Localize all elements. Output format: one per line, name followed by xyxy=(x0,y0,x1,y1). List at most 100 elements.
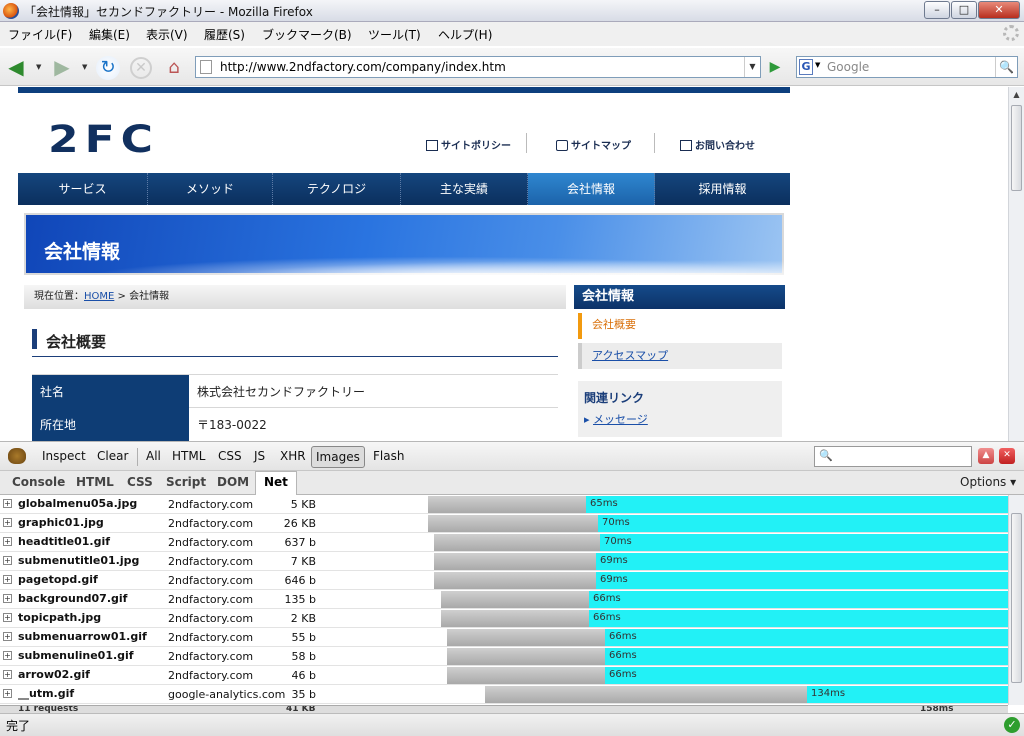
net-scroll-thumb[interactable] xyxy=(1011,513,1022,683)
expand-icon[interactable]: + xyxy=(3,499,12,508)
net-request-row[interactable]: + pagetopd.gif 2ndfactory.com 646 b 69ms xyxy=(0,571,1008,590)
firebug-icon[interactable] xyxy=(8,448,26,464)
firebug-minimize-icon[interactable]: ▲ xyxy=(978,448,994,464)
request-time: 65ms xyxy=(590,498,618,509)
net-request-row[interactable]: + submenutitle01.jpg 2ndfactory.com 7 KB 69m… xyxy=(0,552,1008,571)
net-request-row[interactable]: + globalmenu05a.jpg 2ndfactory.com 5 KB 65ms xyxy=(0,495,1008,514)
net-request-row[interactable]: + __utm.gif google-analytics.com 35 b 134ms xyxy=(0,685,1008,704)
net-request-row[interactable]: + submenuline01.gif 2ndfactory.com 58 b 66ms xyxy=(0,647,1008,666)
expand-icon[interactable]: + xyxy=(3,670,12,679)
gnav-service[interactable]: サービス xyxy=(18,173,148,205)
filter-images[interactable]: Images xyxy=(311,446,365,468)
timeline-wait-bar xyxy=(428,515,598,532)
filter-all[interactable]: All xyxy=(146,449,161,463)
options-menu[interactable]: Options ▾ xyxy=(960,475,1016,489)
menu-edit[interactable]: 編集(E) xyxy=(89,26,130,43)
gnav-technology[interactable]: テクノロジ xyxy=(273,173,401,205)
site-policy-link[interactable]: サイトポリシー xyxy=(426,137,511,152)
expand-icon[interactable]: + xyxy=(3,651,12,660)
timeline-receive-bar xyxy=(586,496,1008,513)
menu-view[interactable]: 表示(V) xyxy=(146,26,188,43)
site-logo[interactable]: 2FC xyxy=(48,121,200,158)
home-icon[interactable]: ⌂ xyxy=(162,56,186,80)
forward-dropdown-icon[interactable]: ▼ xyxy=(82,63,87,71)
contact-link[interactable]: お問い合わせ xyxy=(680,137,755,152)
filter-js[interactable]: JS xyxy=(254,449,265,463)
side-item-overview[interactable]: 会社概要 xyxy=(578,313,782,339)
search-input[interactable]: Google xyxy=(827,60,869,74)
back-dropdown-icon[interactable]: ▼ xyxy=(36,63,41,71)
firebug-close-icon[interactable]: ✕ xyxy=(999,448,1015,464)
net-request-row[interactable]: + topicpath.jpg 2ndfactory.com 2 KB 66ms xyxy=(0,609,1008,628)
forward-arrow-icon[interactable]: ▶ xyxy=(50,56,74,80)
menu-bookmarks[interactable]: ブックマーク(B) xyxy=(262,26,352,43)
url-bar[interactable]: http://www.2ndfactory.com/company/index.… xyxy=(195,56,761,78)
filter-flash[interactable]: Flash xyxy=(373,449,404,463)
expand-icon[interactable]: + xyxy=(3,632,12,641)
maximize-button[interactable]: □ xyxy=(951,1,977,19)
page-scrollbar[interactable]: ▲ xyxy=(1008,87,1024,441)
expand-icon[interactable]: + xyxy=(3,689,12,698)
request-file: pagetopd.gif xyxy=(18,573,98,586)
sitemap-link[interactable]: サイトマップ xyxy=(556,137,631,152)
engine-dropdown-icon[interactable]: ▼ xyxy=(815,61,820,69)
url-dropdown-icon[interactable]: ▼ xyxy=(744,57,760,77)
breadcrumb: 現在位置：HOME > 会社情報 xyxy=(24,285,566,309)
tab-script[interactable]: Script xyxy=(166,475,206,489)
search-box[interactable]: G ▼ Google 🔍 xyxy=(796,56,1018,78)
minimize-button[interactable]: – xyxy=(924,1,950,19)
scroll-up-icon[interactable]: ▲ xyxy=(1009,87,1024,102)
expand-icon[interactable]: + xyxy=(3,575,12,584)
document-icon xyxy=(426,140,438,151)
back-arrow-icon[interactable]: ◀ xyxy=(4,56,28,80)
net-scrollbar[interactable] xyxy=(1008,495,1024,705)
reload-icon[interactable]: ↻ xyxy=(96,56,120,80)
expand-icon[interactable]: + xyxy=(3,594,12,603)
stop-icon[interactable]: ✕ xyxy=(130,57,152,79)
net-request-row[interactable]: + submenuarrow01.gif 2ndfactory.com 55 b 66m… xyxy=(0,628,1008,647)
expand-icon[interactable]: + xyxy=(3,537,12,546)
section-heading: 会社概要 xyxy=(32,329,558,357)
request-time: 66ms xyxy=(593,612,621,623)
expand-icon[interactable]: + xyxy=(3,556,12,565)
go-icon[interactable]: ▶ xyxy=(764,57,786,77)
filter-html[interactable]: HTML xyxy=(172,449,205,463)
expand-icon[interactable]: + xyxy=(3,518,12,527)
request-time: 66ms xyxy=(593,593,621,604)
tab-html[interactable]: HTML xyxy=(76,475,114,489)
request-time: 66ms xyxy=(609,669,637,680)
gnav-works[interactable]: 主な実績 xyxy=(401,173,528,205)
firebug-search-input[interactable]: 🔍 xyxy=(814,446,972,467)
scroll-thumb[interactable] xyxy=(1011,105,1022,191)
net-request-row[interactable]: + graphic01.jpg 2ndfactory.com 26 KB 70ms xyxy=(0,514,1008,533)
search-icon: 🔍 xyxy=(819,449,833,462)
net-request-row[interactable]: + headtitle01.gif 2ndfactory.com 637 b 70ms xyxy=(0,533,1008,552)
request-size: 2 KB xyxy=(290,612,316,625)
clear-button[interactable]: Clear xyxy=(97,449,128,463)
menu-help[interactable]: ヘルプ(H) xyxy=(438,26,492,43)
gnav-method[interactable]: メソッド xyxy=(148,173,273,205)
expand-icon[interactable]: + xyxy=(3,613,12,622)
menu-file[interactable]: ファイル(F) xyxy=(8,26,72,43)
filter-css[interactable]: CSS xyxy=(218,449,242,463)
gnav-company[interactable]: 会社情報 xyxy=(528,173,655,205)
side-item-access-map[interactable]: アクセスマップ xyxy=(578,343,782,369)
tab-console[interactable]: Console xyxy=(12,475,65,489)
gnav-recruit[interactable]: 採用情報 xyxy=(655,173,790,205)
related-link-message[interactable]: ▸ メッセージ xyxy=(584,411,648,427)
net-request-row[interactable]: + arrow02.gif 2ndfactory.com 46 b 66ms xyxy=(0,666,1008,685)
tab-css[interactable]: CSS xyxy=(127,475,153,489)
search-icon[interactable]: 🔍 xyxy=(995,57,1017,77)
tab-dom[interactable]: DOM xyxy=(217,475,249,489)
request-file: headtitle01.gif xyxy=(18,535,111,548)
filter-xhr[interactable]: XHR xyxy=(280,449,306,463)
inspect-button[interactable]: Inspect xyxy=(42,449,86,463)
menu-tools[interactable]: ツール(T) xyxy=(368,26,421,43)
menu-history[interactable]: 履歴(S) xyxy=(204,26,245,43)
net-request-row[interactable]: + background07.gif 2ndfactory.com 135 b 66ms xyxy=(0,590,1008,609)
breadcrumb-home-link[interactable]: HOME xyxy=(84,291,114,302)
google-engine-icon[interactable]: G xyxy=(799,59,813,75)
timeline-wait-bar xyxy=(441,610,589,627)
close-window-button[interactable]: ✕ xyxy=(978,1,1020,19)
tab-net[interactable]: Net xyxy=(255,471,297,495)
